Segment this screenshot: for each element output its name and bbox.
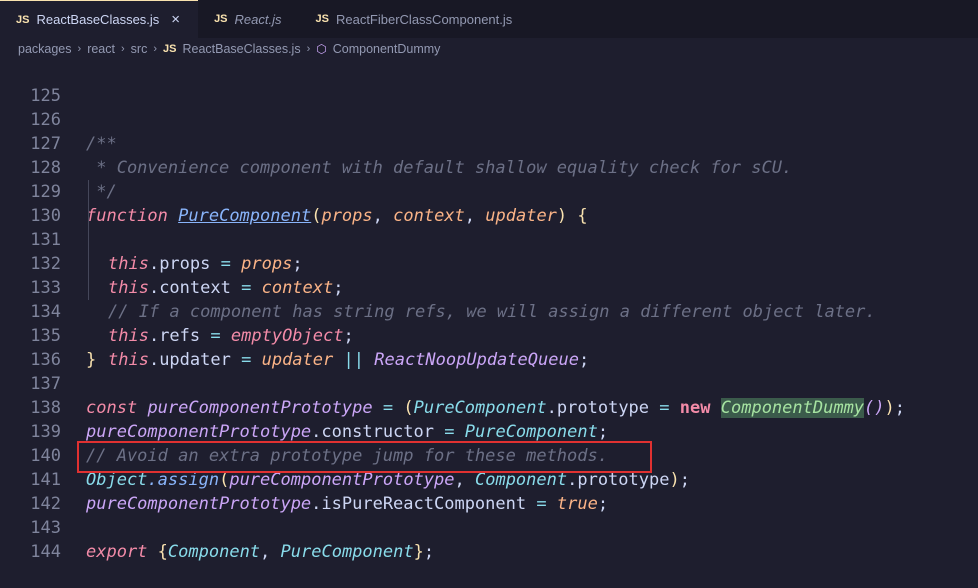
close-icon[interactable]: × [171,11,180,28]
chevron-right-icon: › [306,43,311,55]
tab-label: ReactBaseClasses.js [36,12,160,27]
code-editor[interactable]: 125 126 /** 127 * Convenience component … [0,60,978,562]
indent-guide [88,276,89,300]
tab-label: ReactFiberClassComponent.js [335,11,513,27]
chevron-right-icon: › [153,43,157,55]
code-line: 126 /** [0,84,978,154]
js-file-icon: JS [315,13,329,25]
symbol-class-icon: ⬡ [316,42,327,56]
code-line: 132 // If a component has string refs, w… [0,228,978,322]
code-line: 125 [0,60,978,106]
chevron-right-icon: › [77,43,82,55]
code-line: 140 Object.assign(pureComponentPrototype… [0,420,978,490]
tab-reactbaseclasses[interactable]: JS ReactBaseClasses.js × [0,0,199,38]
js-file-icon: JS [214,13,228,25]
code-line: 127 * Convenience component with default… [0,108,978,178]
tab-react[interactable]: JS React.js [198,0,299,38]
breadcrumb-item[interactable]: packages [18,42,72,56]
code-line: 129 function PureComponent(props, contex… [0,156,978,226]
code-line: 128 */ [0,132,978,202]
indent-guide [88,252,89,276]
code-line: 135 } [0,300,978,370]
code-line: 139 // Avoid an extra prototype jump for… [0,396,978,466]
code-line: 138 pureComponentPrototype.constructor =… [0,372,978,442]
js-file-icon: JS [16,13,30,26]
line-number: 144 [30,542,61,562]
tab-label: React.js [234,11,282,27]
code-line: 131 this.context = context; [0,204,978,298]
chevron-right-icon: › [120,43,125,55]
code-line: 136 [0,324,978,370]
code-line: 142 [0,468,978,514]
code-line: 141 pureComponentPrototype.isPureReactCo… [0,444,978,514]
code-line: 130 this.props = props; [0,180,978,274]
breadcrumb-symbol[interactable]: ComponentDummy [333,42,441,56]
keyword: export [86,542,148,562]
code-line: 134 this.updater = updater || ReactNoopU… [0,276,978,370]
breadcrumb-item[interactable]: react [87,42,115,56]
export-name: Component [167,542,261,562]
code-line: 133 this.refs = emptyObject; [0,252,978,346]
breadcrumb-item[interactable]: src [131,42,148,56]
indent-guide [88,228,89,252]
indent-guide [88,204,89,228]
code-line: 137 const pureComponentPrototype = (Pure… [0,348,978,418]
indent-guide [88,180,89,204]
code-line: 143 export {Component, PureComponent}; [0,492,978,562]
tab-reactfiberclasscomponent[interactable]: JS ReactFiberClassComponent.js [300,0,531,38]
breadcrumb: packages › react › src › JS ReactBaseCla… [0,38,978,60]
export-name: PureComponent [280,542,414,562]
code-text: export {Component, PureComponent}; [86,542,435,562]
tab-bar: JS ReactBaseClasses.js × JS React.js JS … [0,0,978,38]
code-line: 144 [0,516,978,562]
breadcrumb-file[interactable]: ReactBaseClasses.js [182,42,300,56]
js-file-icon: JS [163,43,177,55]
